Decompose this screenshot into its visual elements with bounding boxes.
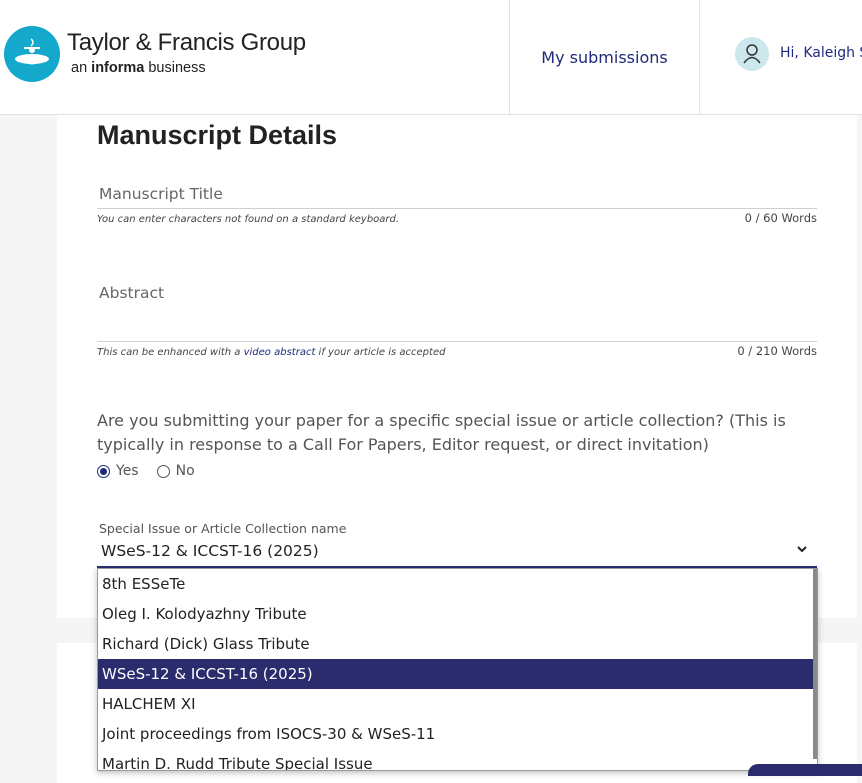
radio-yes-checked-icon[interactable] — [97, 464, 110, 478]
collection-dropdown-list: 8th ESSeTe Oleg I. Kolodyazhny Tribute Ric… — [97, 568, 818, 771]
manuscript-title-underline — [97, 208, 817, 209]
collection-select-label: Special Issue or Article Collection name — [99, 521, 347, 536]
abstract-input[interactable]: Abstract — [99, 284, 164, 302]
radio-no-label: No — [175, 463, 195, 479]
video-abstract-link[interactable]: video abstract — [244, 347, 316, 358]
manuscript-title-hint: You can enter characters not found on a … — [97, 214, 400, 225]
abstract-underline — [97, 341, 817, 342]
header-divider — [699, 0, 700, 114]
collection-option[interactable]: HALCHEM XI — [98, 689, 817, 719]
abstract-hint-prefix: This can be enhanced with a — [97, 347, 244, 358]
collection-option[interactable]: Oleg I. Kolodyazhny Tribute — [98, 599, 817, 629]
brand-tagline-prefix: an — [71, 60, 92, 76]
special-issue-radio-group: Yes No — [97, 463, 213, 479]
special-issue-question: Are you submitting your paper for a spec… — [97, 411, 786, 454]
my-submissions-link[interactable]: My submissions — [510, 0, 699, 114]
collection-option[interactable]: Joint proceedings from ISOCS-30 & WSeS-1… — [98, 719, 817, 749]
radio-no-unchecked-icon[interactable] — [156, 464, 170, 478]
abstract-hint-suffix: if your article is accepted — [315, 347, 446, 358]
brand-tagline-bold: informa — [91, 60, 145, 76]
brand-name: Taylor & Francis Group — [67, 29, 306, 56]
collection-option[interactable]: WSeS-12 & ICCST-16 (2025) — [98, 659, 817, 689]
collection-option[interactable]: Richard (Dick) Glass Tribute — [98, 629, 817, 659]
taylor-francis-logo-icon[interactable] — [4, 26, 60, 82]
collection-select-value: WSeS-12 & ICCST-16 (2025) — [101, 542, 319, 560]
page-title: Manuscript Details — [97, 120, 338, 150]
manuscript-title-word-counter: 0 / 60 Words — [744, 211, 817, 225]
radio-yes-label: Yes — [116, 463, 139, 479]
collection-option[interactable]: 8th ESSeTe — [98, 569, 817, 599]
dropdown-scrollbar[interactable] — [813, 569, 817, 759]
collection-select[interactable]: WSeS-12 & ICCST-16 (2025) — [97, 538, 817, 568]
chevron-down-icon[interactable] — [795, 542, 809, 556]
brand-tagline: an informa business — [71, 60, 206, 76]
continue-button[interactable] — [748, 764, 862, 776]
radio-no[interactable]: No — [156, 463, 195, 479]
brand-tagline-suffix: business — [144, 60, 206, 76]
user-greeting[interactable]: Hi, Kaleigh Su — [780, 45, 862, 61]
user-icon[interactable] — [735, 37, 769, 71]
abstract-word-counter: 0 / 210 Words — [737, 344, 817, 358]
collection-option[interactable]: Martin D. Rudd Tribute Special Issue — [98, 749, 817, 770]
site-header: Taylor & Francis Group an informa busine… — [0, 0, 862, 115]
manuscript-title-input[interactable]: Manuscript Title — [99, 185, 223, 203]
abstract-hint: This can be enhanced with a video abstra… — [97, 347, 445, 358]
radio-yes[interactable]: Yes — [97, 463, 139, 479]
